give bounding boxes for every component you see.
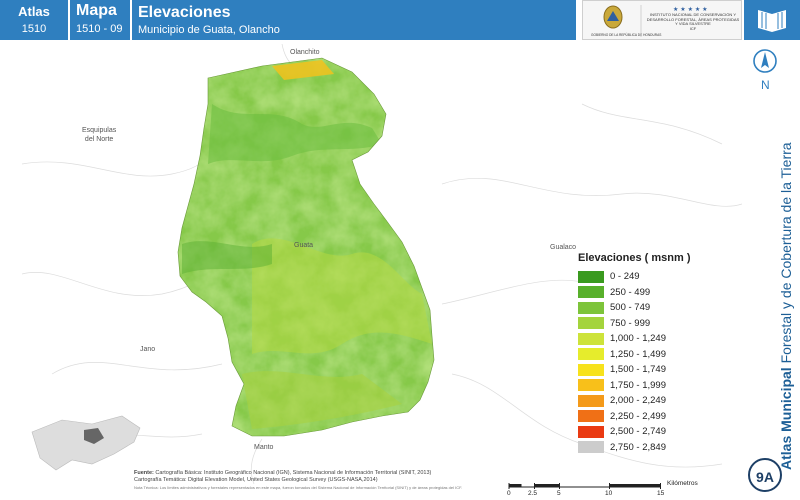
elevation-legend: Elevaciones ( msnm ) 0 - 249 250 - 499 500… (578, 252, 691, 455)
vertical-atlas-title: Atlas Municipal Forestal y de Cobertura … (778, 142, 794, 470)
place-jano: Jano (140, 346, 156, 353)
legend-swatch (578, 348, 604, 361)
atlas-box: Atlas 1510 (0, 0, 68, 40)
honduras-seal-icon (603, 5, 623, 29)
map-subtitle: Municipio de Guata, Olancho (138, 24, 280, 36)
legend-item: 1,750 - 1,999 (578, 378, 691, 394)
atlas-label: Atlas (18, 4, 50, 19)
legend-item: 1,500 - 1,749 (578, 362, 691, 378)
legend-label: 1,000 - 1,249 (610, 333, 666, 345)
legend-label: 750 - 999 (610, 317, 651, 329)
scale-tick-15: 15 (657, 490, 665, 497)
legend-swatch (578, 317, 604, 330)
legend-rows: 0 - 249 250 - 499 500 - 749 750 - 999 1,000 … (578, 269, 691, 455)
legend-item: 2,250 - 2,499 (578, 409, 691, 425)
legend-swatch (578, 301, 604, 314)
fuente-line-1: Cartografía Básica: Instituto Geográfico… (155, 470, 432, 476)
legend-swatch (578, 394, 604, 407)
place-gualaco: Gualaco (550, 244, 577, 251)
mapa-box: Mapa 1510 - 09 (70, 0, 130, 40)
scale-tick-0: 0 (507, 490, 511, 497)
mapa-label: Mapa (76, 2, 117, 19)
legend-swatch (578, 410, 604, 423)
legend-label: 2,000 - 2,249 (610, 395, 666, 407)
icf-stars-icon: ★ ★ ★ ★ ★ (673, 6, 708, 13)
place-olanchito: Olanchito (290, 49, 320, 56)
nota-tecnica: Nota Técnica: Los límites administrativo… (134, 485, 463, 490)
elevation-raster (178, 58, 434, 436)
title-box: Elevaciones Municipio de Guata, Olancho (132, 0, 576, 40)
atlas-number: 1510 (21, 23, 47, 35)
place-guata: Guata (294, 242, 314, 249)
atlas-book-icon-box (744, 0, 800, 40)
source-notes: Fuente: Cartografía Básica: Instituto Ge… (134, 470, 474, 492)
place-esquipulas: Esquipulas del Norte (82, 127, 117, 143)
north-label: N (761, 78, 770, 92)
vertical-title-rest: Forestal y de Cobertura de la Tierra (778, 142, 794, 368)
legend-item: 2,500 - 2,749 (578, 424, 691, 440)
legend-swatch (578, 332, 604, 345)
mapa-number: 1510 - 09 (76, 23, 123, 35)
legend-swatch (578, 286, 604, 299)
scale-tick-10: 10 (605, 490, 613, 497)
legend-swatch (578, 441, 604, 454)
legend-swatch (578, 379, 604, 392)
logo-right-text: INSTITUTO NACIONAL DE CONSERVACIÓN Y DES… (646, 13, 740, 27)
map-code-badge: 9A (748, 458, 782, 492)
scale-bar-graphic (508, 483, 661, 489)
fuente-line-2: Cartografía Temática: Digital Elevation … (134, 477, 378, 483)
fuente-label: Fuente: (134, 470, 154, 476)
scale-unit: Kilómetros (667, 480, 698, 487)
legend-item: 500 - 749 (578, 300, 691, 316)
legend-swatch (578, 270, 604, 283)
vertical-title-bold: Atlas Municipal (778, 367, 794, 470)
legend-item: 1,000 - 1,249 (578, 331, 691, 347)
honduras-locator-inset (31, 415, 141, 471)
svg-text:★ ★ ★ ★ ★: ★ ★ ★ ★ ★ (673, 6, 708, 13)
legend-label: 1,500 - 1,749 (610, 364, 666, 376)
legend-item: 750 - 999 (578, 316, 691, 332)
legend-item: 1,250 - 1,499 (578, 347, 691, 363)
institution-logos: GOBIERNO DE LA REPÚBLICA DE HONDURAS ★ ★… (582, 0, 742, 40)
place-manto: Manto (254, 444, 274, 451)
legend-label: 1,750 - 1,999 (610, 379, 666, 391)
scale-bar: 0 2.5 5 10 15 Kilómetros (505, 478, 745, 500)
legend-label: 2,500 - 2,749 (610, 426, 666, 438)
legend-item: 0 - 249 (578, 269, 691, 285)
legend-swatch (578, 425, 604, 438)
open-book-icon (758, 10, 786, 32)
legend-label: 0 - 249 (610, 271, 640, 283)
logo-graphics: GOBIERNO DE LA REPÚBLICA DE HONDURAS ★ ★… (591, 5, 740, 37)
scale-tick-2-5: 2.5 (528, 490, 538, 497)
legend-label: 2,750 - 2,849 (610, 441, 666, 453)
legend-label: 250 - 499 (610, 286, 651, 298)
legend-item: 2,750 - 2,849 (578, 440, 691, 456)
scale-tick-5: 5 (557, 490, 561, 497)
header-bar: Atlas 1510 Mapa 1510 - 09 Elevaciones Mu… (0, 0, 800, 42)
legend-label: 2,250 - 2,499 (610, 410, 666, 422)
north-arrow: N (752, 48, 778, 94)
legend-label: 1,250 - 1,499 (610, 348, 666, 360)
legend-item: 2,000 - 2,249 (578, 393, 691, 409)
legend-item: 250 - 499 (578, 285, 691, 301)
logo-right-abbr: ICF (689, 25, 697, 31)
map-title: Elevaciones (138, 4, 231, 21)
legend-title: Elevaciones ( msnm ) (578, 252, 691, 264)
legend-swatch (578, 363, 604, 376)
legend-label: 500 - 749 (610, 302, 651, 314)
